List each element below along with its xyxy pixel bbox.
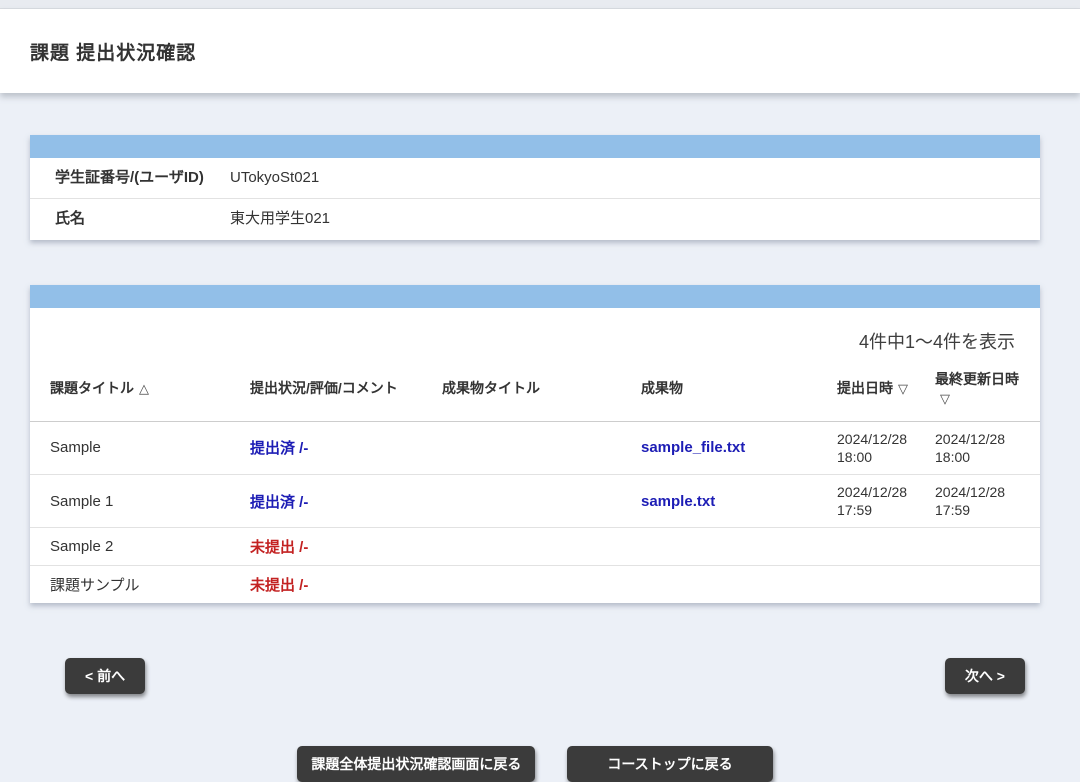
assignment-row: Sample 提出済 /- sample_file.txt 2024/12/28…	[30, 422, 1040, 475]
column-label-updated-datetime: 最終更新日時	[935, 371, 1019, 387]
column-header-artifact: 成果物	[641, 379, 837, 399]
artifact-link[interactable]: sample_file.txt	[641, 439, 745, 456]
student-id-row: 学生証番号/(ユーザID) UTokyoSt021	[30, 158, 1040, 199]
assignments-panel: 4件中1〜4件を表示 課題タイトル △ 提出状況/評価/コメント 成果物タイトル …	[30, 285, 1040, 604]
submission-status[interactable]: 提出済 /-	[250, 491, 442, 512]
result-count-text: 4件中1〜4件を表示	[30, 308, 1040, 364]
sort-ascending-icon[interactable]: △	[139, 381, 149, 396]
submission-status[interactable]: 提出済 /-	[250, 437, 442, 458]
page-header: 課題 提出状況確認	[0, 9, 1080, 93]
student-name-row: 氏名 東大用学生021	[30, 199, 1040, 239]
student-info-panel-header-bar	[30, 135, 1040, 158]
column-header-assignment-title[interactable]: 課題タイトル △	[50, 379, 250, 399]
back-to-overall-status-button[interactable]: 課題全体提出状況確認画面に戻る	[297, 746, 535, 782]
top-strip	[0, 0, 1080, 9]
updated-datetime: 2024/12/2817:59	[935, 483, 1027, 519]
column-label-artifact: 成果物	[641, 380, 683, 396]
column-label-artifact-title: 成果物タイトル	[442, 380, 540, 396]
column-header-updated-datetime[interactable]: 最終更新日時 ▽	[935, 370, 1027, 409]
column-label-assignment-title: 課題タイトル	[50, 380, 134, 396]
student-id-value: UTokyoSt021	[230, 168, 319, 188]
assignment-row: Sample 1 提出済 /- sample.txt 2024/12/2817:…	[30, 475, 1040, 528]
assignment-title: 課題サンプル	[50, 574, 250, 595]
sort-descending-icon-updated[interactable]: ▽	[940, 391, 950, 406]
student-name-value: 東大用学生021	[230, 209, 330, 229]
page-title: 課題 提出状況確認	[30, 38, 196, 65]
assignment-row: Sample 2 未提出 /-	[30, 528, 1040, 566]
assignments-panel-header-bar	[30, 285, 1040, 308]
submitted-datetime: 2024/12/2817:59	[837, 483, 935, 519]
student-info-panel: 学生証番号/(ユーザID) UTokyoSt021 氏名 東大用学生021	[30, 135, 1040, 240]
assignment-rows: Sample 提出済 /- sample_file.txt 2024/12/28…	[30, 422, 1040, 604]
submitted-datetime: 2024/12/2818:00	[837, 430, 935, 466]
footer-buttons: 課題全体提出状況確認画面に戻る コーストップに戻る	[30, 746, 1040, 782]
column-label-submitted-datetime: 提出日時	[837, 380, 893, 396]
assignment-row: 課題サンプル 未提出 /-	[30, 566, 1040, 603]
main-content: 学生証番号/(ユーザID) UTokyoSt021 氏名 東大用学生021 4件…	[0, 93, 1080, 782]
column-header-artifact-title: 成果物タイトル	[442, 379, 641, 399]
sort-descending-icon-submitted[interactable]: ▽	[898, 381, 908, 396]
submission-status: 未提出 /-	[250, 536, 442, 557]
prev-page-button[interactable]: < 前へ	[65, 658, 145, 694]
column-header-submission-status: 提出状況/評価/コメント	[250, 379, 442, 399]
back-to-course-top-button[interactable]: コーストップに戻る	[567, 746, 772, 782]
pagination: < 前へ 次へ >	[30, 658, 1040, 694]
assignments-table-header: 課題タイトル △ 提出状況/評価/コメント 成果物タイトル 成果物 提出日時 ▽ 最…	[30, 364, 1040, 422]
updated-datetime: 2024/12/2818:00	[935, 430, 1027, 466]
column-header-submitted-datetime[interactable]: 提出日時 ▽	[837, 379, 935, 399]
submission-status: 未提出 /-	[250, 574, 442, 595]
student-name-label: 氏名	[30, 209, 230, 229]
assignment-title: Sample 1	[50, 493, 250, 510]
assignment-title: Sample 2	[50, 538, 250, 555]
student-id-label: 学生証番号/(ユーザID)	[30, 168, 230, 188]
next-page-button[interactable]: 次へ >	[945, 658, 1025, 694]
assignment-title: Sample	[50, 439, 250, 456]
artifact-link[interactable]: sample.txt	[641, 493, 715, 510]
column-label-submission-status: 提出状況/評価/コメント	[250, 380, 398, 396]
